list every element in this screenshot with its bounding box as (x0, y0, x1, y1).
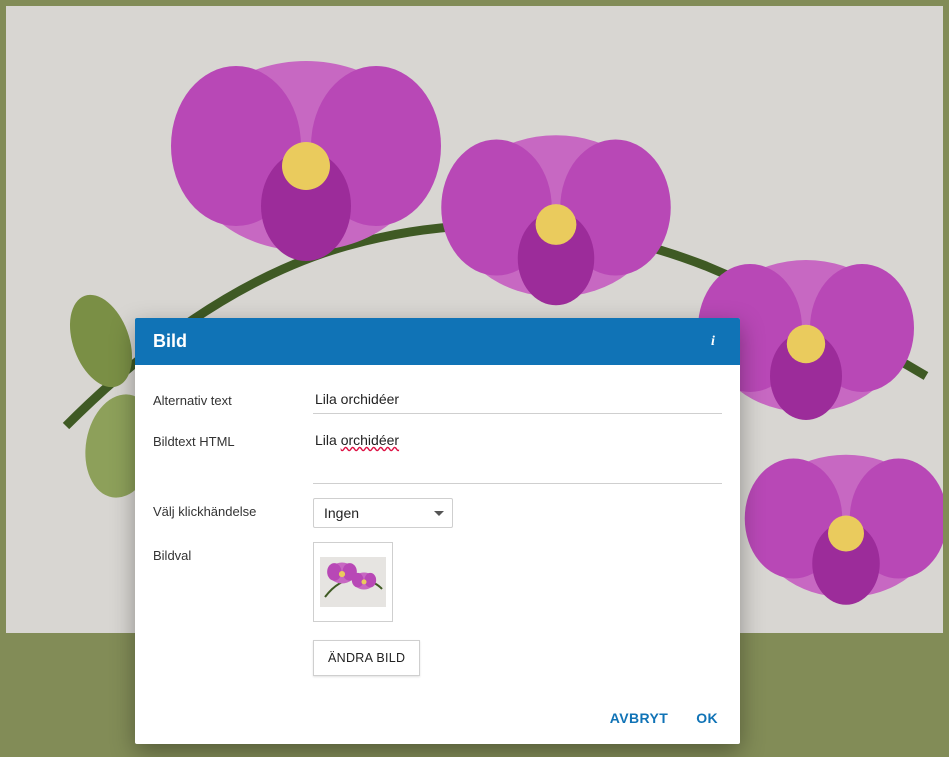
alt-text-input[interactable] (313, 387, 722, 414)
row-caption-html: Bildtext HTML Lila orchidéer (153, 428, 722, 484)
image-select-label: Bildval (153, 542, 313, 563)
caption-html-label: Bildtext HTML (153, 428, 313, 449)
info-icon[interactable]: i (704, 333, 722, 351)
caption-text-wavy: orchidéer (341, 432, 399, 448)
click-event-label: Välj klickhändelse (153, 498, 313, 519)
change-image-button[interactable]: ÄNDRA BILD (313, 640, 420, 676)
image-settings-dialog: Bild i Alternativ text Bildtext HTML Lil… (135, 318, 740, 744)
dialog-header: Bild i (135, 318, 740, 365)
dialog-title: Bild (153, 331, 187, 352)
chevron-down-icon (434, 511, 444, 516)
alt-text-label: Alternativ text (153, 387, 313, 408)
row-alt-text: Alternativ text (153, 387, 722, 414)
click-event-select[interactable]: Ingen (313, 498, 453, 528)
row-image-select: Bildval (153, 542, 722, 676)
dialog-body: Alternativ text Bildtext HTML Lila orchi… (135, 365, 740, 696)
row-click-event: Välj klickhändelse Ingen (153, 498, 722, 528)
ok-button[interactable]: OK (696, 710, 718, 726)
click-event-selected-value: Ingen (324, 505, 359, 521)
cancel-button[interactable]: AVBRYT (610, 710, 668, 726)
caption-html-input[interactable]: Lila orchidéer (313, 428, 722, 484)
image-thumbnail[interactable] (313, 542, 393, 622)
dialog-actions: AVBRYT OK (135, 696, 740, 744)
caption-text-part1: Lila (315, 432, 341, 448)
